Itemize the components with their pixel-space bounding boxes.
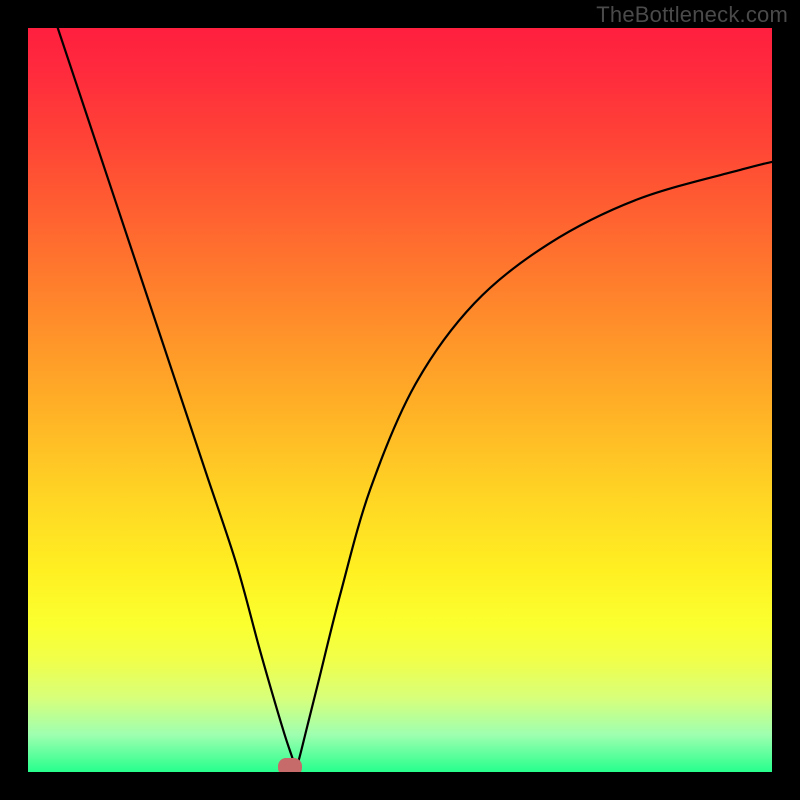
optimum-marker (278, 758, 302, 772)
watermark-label: TheBottleneck.com (596, 2, 788, 28)
plot-area (28, 28, 772, 772)
curve-layer (28, 28, 772, 772)
chart-frame: TheBottleneck.com (0, 0, 800, 800)
bottleneck-curve (58, 28, 772, 768)
